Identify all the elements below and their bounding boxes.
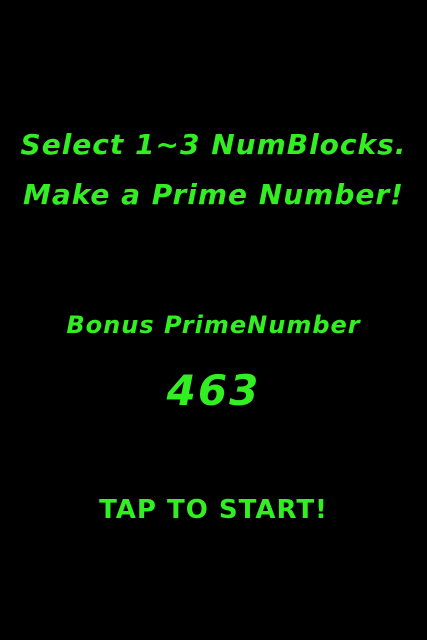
bonus-prime-label: Bonus PrimeNumber <box>66 311 361 339</box>
title-screen[interactable]: Select 1~3 NumBlocks. Make a Prime Numbe… <box>0 0 427 640</box>
instruction-line-2: Make a Prime Number! <box>23 178 404 211</box>
tap-to-start-button[interactable]: TAP TO START! <box>0 495 427 525</box>
bonus-prime-number: 463 <box>166 366 261 415</box>
instruction-line-1: Select 1~3 NumBlocks. <box>20 128 407 161</box>
